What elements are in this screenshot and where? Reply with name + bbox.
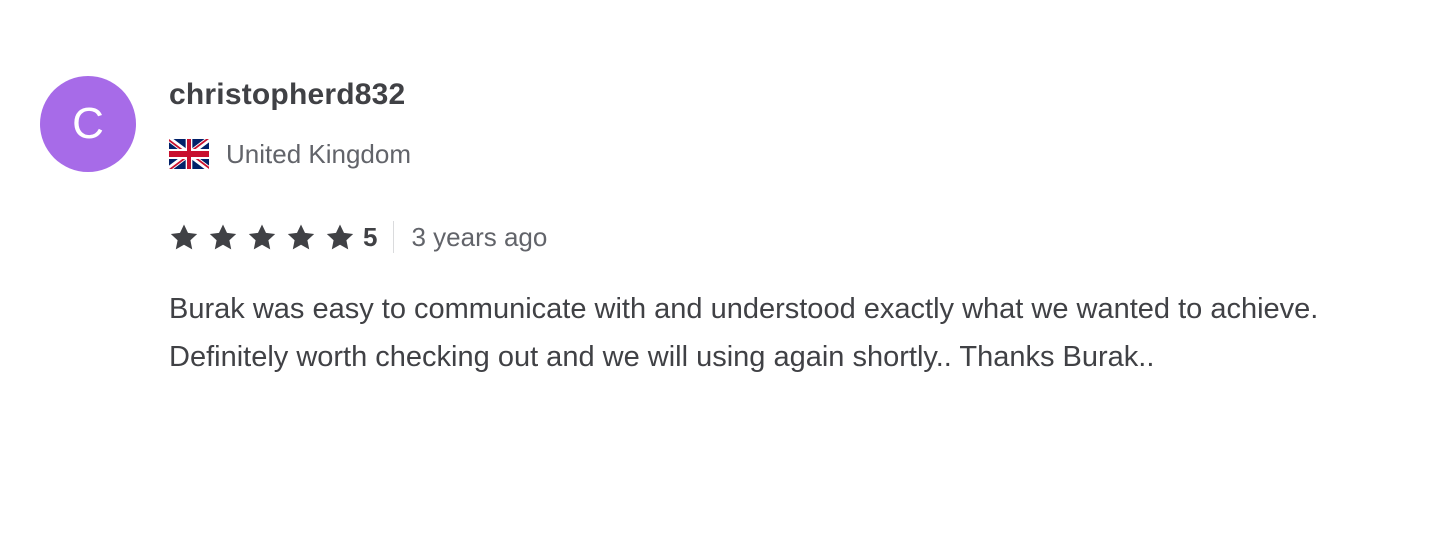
star-icon <box>209 223 237 249</box>
review-time: 3 years ago <box>411 221 548 252</box>
rating-divider <box>393 221 395 253</box>
rating-score: 5 <box>363 221 378 252</box>
star-icon <box>287 223 315 249</box>
reviewer-country-row: United Kingdom <box>169 138 411 170</box>
star-icon <box>326 223 354 249</box>
rating-row: 5 3 years ago <box>169 220 547 254</box>
star-icon <box>248 223 276 249</box>
uk-flag-icon <box>169 139 209 169</box>
avatar: C <box>40 76 136 172</box>
star-rating <box>169 223 363 252</box>
review-text: Burak was easy to communicate with and u… <box>169 293 1319 373</box>
reviewer-username: christopherd832 <box>169 78 406 111</box>
reviewer-country: United Kingdom <box>226 138 411 169</box>
avatar-letter: C <box>72 99 104 148</box>
star-icon <box>170 223 198 249</box>
